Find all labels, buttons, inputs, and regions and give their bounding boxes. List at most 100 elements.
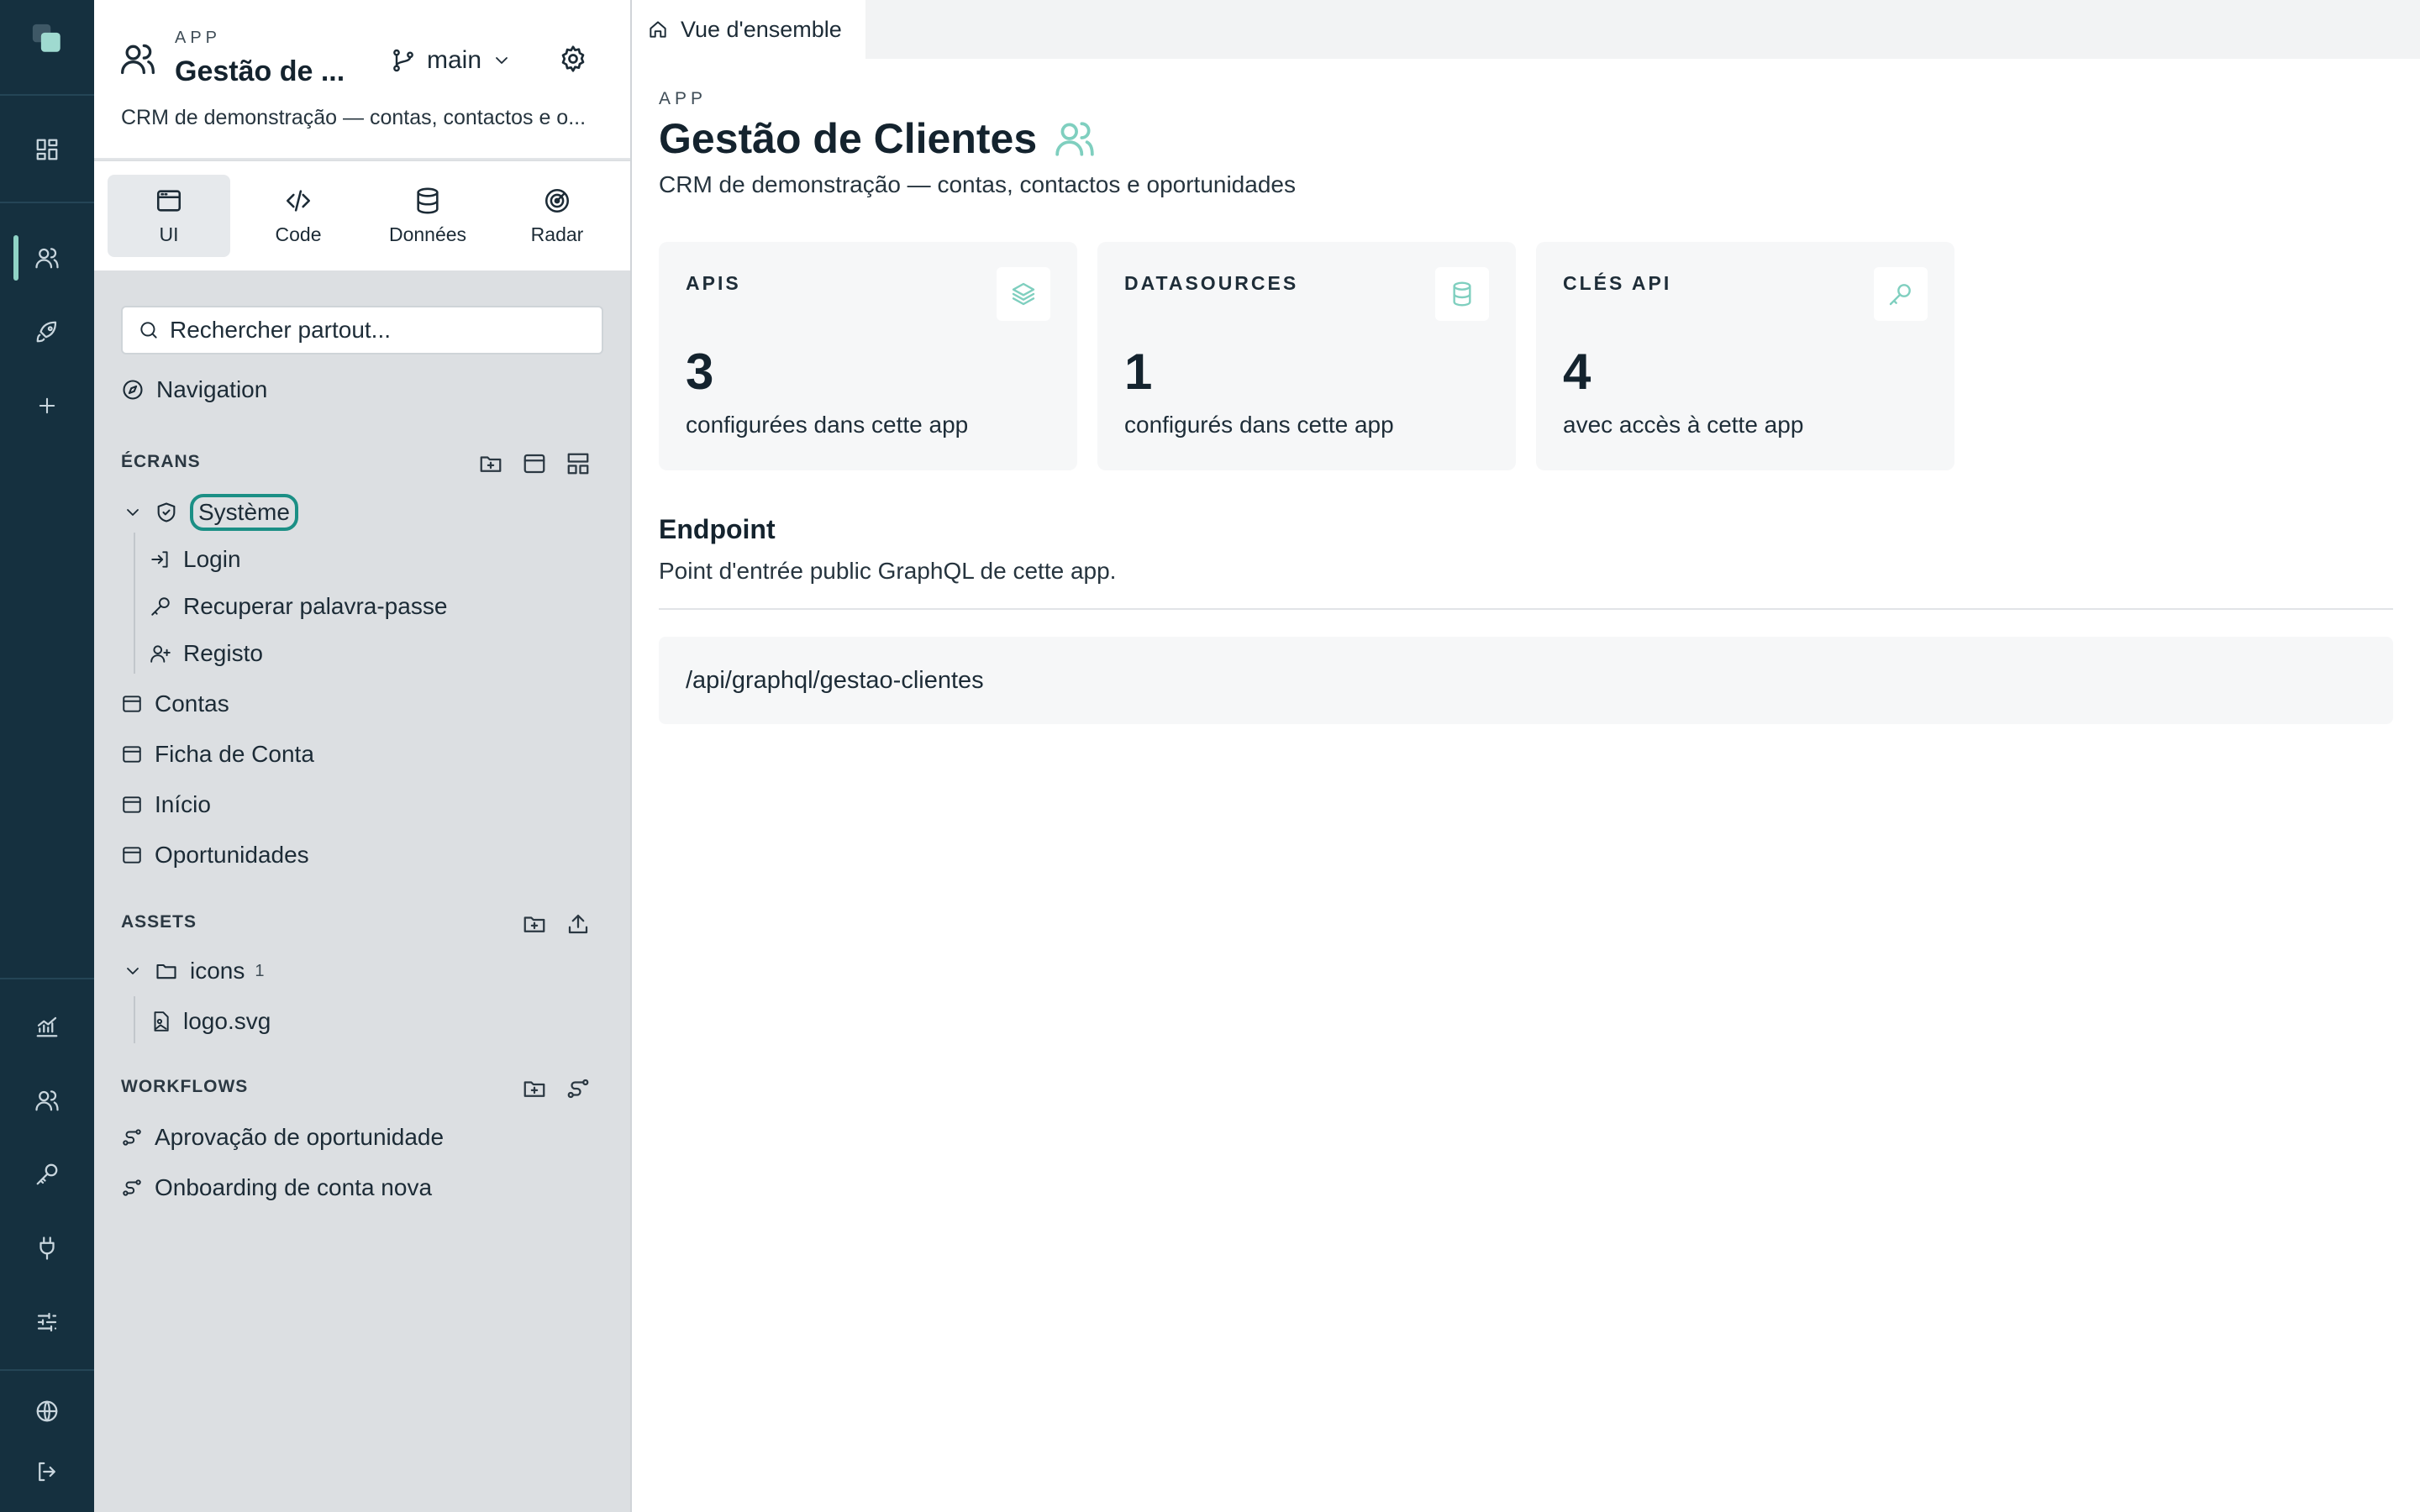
database-icon xyxy=(1435,267,1489,321)
screen-label: Contas xyxy=(155,690,229,717)
stat-card-datasources[interactable]: DATASOURCES 1 configurés dans cette app xyxy=(1097,242,1516,470)
assets-folder-icons[interactable]: icons 1 xyxy=(123,958,265,984)
users-icon[interactable] xyxy=(30,241,64,275)
tab-label: Données xyxy=(388,223,467,245)
gear-icon[interactable] xyxy=(558,44,588,74)
screen-item-recuperar[interactable]: Recuperar palavra-passe xyxy=(150,593,447,620)
endpoint-url-box[interactable]: /api/graphql/gestao-clientes xyxy=(659,637,2393,724)
asset-file-logo[interactable]: logo.svg xyxy=(150,1008,271,1035)
card-value: 3 xyxy=(686,344,714,400)
search-field[interactable] xyxy=(121,306,603,354)
tab-donnees[interactable]: Données xyxy=(366,175,489,257)
navigation-item[interactable]: Navigation xyxy=(121,376,267,403)
plug-icon[interactable] xyxy=(30,1231,64,1265)
page-title-text: Gestão de Clientes xyxy=(659,115,1038,162)
new-folder-icon[interactable] xyxy=(476,449,506,479)
workflow-icon xyxy=(121,1177,143,1199)
shield-icon xyxy=(155,501,178,524)
logout-icon[interactable] xyxy=(30,1455,64,1488)
card-title: CLÉS API xyxy=(1563,272,1672,294)
workflow-label: Aprovação de oportunidade xyxy=(155,1124,445,1150)
tab-bar: Vue d'ensemble xyxy=(632,0,2420,59)
globe-icon[interactable] xyxy=(30,1394,64,1428)
rail-active-indicator xyxy=(13,235,18,281)
tab-label: UI xyxy=(159,223,179,245)
tab-overview[interactable]: Vue d'ensemble xyxy=(632,0,865,59)
workflow-item[interactable]: Onboarding de conta nova xyxy=(121,1174,432,1201)
screen-item-oportunidades[interactable]: Oportunidades xyxy=(121,842,309,869)
screen-item-registo[interactable]: Registo xyxy=(150,640,263,667)
page-title: Gestão de Clientes xyxy=(659,114,1096,163)
users-icon xyxy=(119,40,156,77)
tab-ui[interactable]: UI xyxy=(108,175,230,257)
divider xyxy=(659,608,2393,610)
workflows-section-title: WORKFLOWS xyxy=(121,1077,249,1096)
upload-icon[interactable] xyxy=(563,909,593,939)
key-icon[interactable] xyxy=(30,1158,64,1191)
workflow-label: Onboarding de conta nova xyxy=(155,1174,433,1200)
key-icon xyxy=(150,596,171,617)
tab-code[interactable]: Code xyxy=(237,175,360,257)
rail-divider xyxy=(0,94,94,96)
new-folder-icon[interactable] xyxy=(519,1074,550,1104)
compass-icon xyxy=(121,378,145,402)
system-label: Système xyxy=(190,494,298,531)
workflow-icon[interactable] xyxy=(563,1074,593,1104)
user-plus-icon xyxy=(150,643,171,664)
rail-divider xyxy=(0,1369,94,1371)
sliders-icon[interactable] xyxy=(30,1305,64,1339)
layout-icon[interactable] xyxy=(563,449,593,479)
card-title: APIS xyxy=(686,272,741,294)
screens-section-title: ÉCRANS xyxy=(121,452,201,471)
app-name: Gestão de ... xyxy=(175,55,345,87)
page-eyebrow: APP xyxy=(659,89,708,108)
window-icon xyxy=(121,844,143,866)
workflow-item[interactable]: Aprovação de oportunidade xyxy=(121,1124,444,1151)
screen-label: Oportunidades xyxy=(155,842,309,868)
new-folder-icon[interactable] xyxy=(519,909,550,939)
endpoint-title: Endpoint xyxy=(659,514,776,544)
radar-icon xyxy=(543,186,571,215)
layers-icon xyxy=(997,267,1050,321)
dashboard-icon[interactable] xyxy=(30,133,64,166)
screen-item-contas[interactable]: Contas xyxy=(121,690,229,717)
rail-divider xyxy=(0,978,94,979)
screen-item-login[interactable]: Login xyxy=(150,546,241,573)
card-description: configurées dans cette app xyxy=(686,412,969,438)
window-icon xyxy=(121,794,143,816)
stat-card-apis[interactable]: APIS 3 configurées dans cette app xyxy=(659,242,1077,470)
sidebar-header: APP Gestão de ... main CRM de demonstraç… xyxy=(94,0,630,160)
tab-radar[interactable]: Radar xyxy=(496,175,618,257)
branch-selector[interactable]: main xyxy=(390,42,512,79)
plus-icon[interactable] xyxy=(30,389,64,423)
logo-icon[interactable] xyxy=(30,22,64,55)
chevron-down-icon xyxy=(123,961,143,981)
tab-label: Vue d'ensemble xyxy=(681,16,842,42)
sidebar-tabs: UI Code Données Radar xyxy=(94,161,630,270)
screen-item-inicio[interactable]: Início xyxy=(121,791,211,818)
search-input[interactable] xyxy=(170,317,590,344)
rocket-icon[interactable] xyxy=(30,315,64,349)
chevron-down-icon xyxy=(123,502,143,522)
chevron-down-icon xyxy=(492,50,512,71)
login-icon xyxy=(150,549,171,570)
file-label: logo.svg xyxy=(183,1008,271,1034)
screen-item-ficha[interactable]: Ficha de Conta xyxy=(121,741,314,768)
team-icon[interactable] xyxy=(30,1084,64,1117)
tab-label: Code xyxy=(275,223,322,245)
stat-card-api-keys[interactable]: CLÉS API 4 avec accès à cette app xyxy=(1536,242,1954,470)
sidebar: APP Gestão de ... main CRM de demonstraç… xyxy=(94,0,632,1512)
screen-label: Início xyxy=(155,791,211,817)
endpoint-subtitle: Point d'entrée public GraphQL de cette a… xyxy=(659,558,1117,584)
analytics-icon[interactable] xyxy=(30,1010,64,1043)
new-screen-icon[interactable] xyxy=(519,449,550,479)
system-folder[interactable]: Système xyxy=(123,494,298,531)
folder-icon xyxy=(155,959,178,983)
users-icon xyxy=(1054,118,1096,160)
card-value: 4 xyxy=(1563,344,1591,400)
page-subtitle: CRM de demonstração — contas, contactos … xyxy=(659,171,1296,197)
window-icon xyxy=(121,743,143,765)
app-eyebrow: APP xyxy=(175,29,222,47)
app-description: CRM de demonstração — contas, contactos … xyxy=(121,106,587,129)
tree-guide xyxy=(134,533,135,674)
